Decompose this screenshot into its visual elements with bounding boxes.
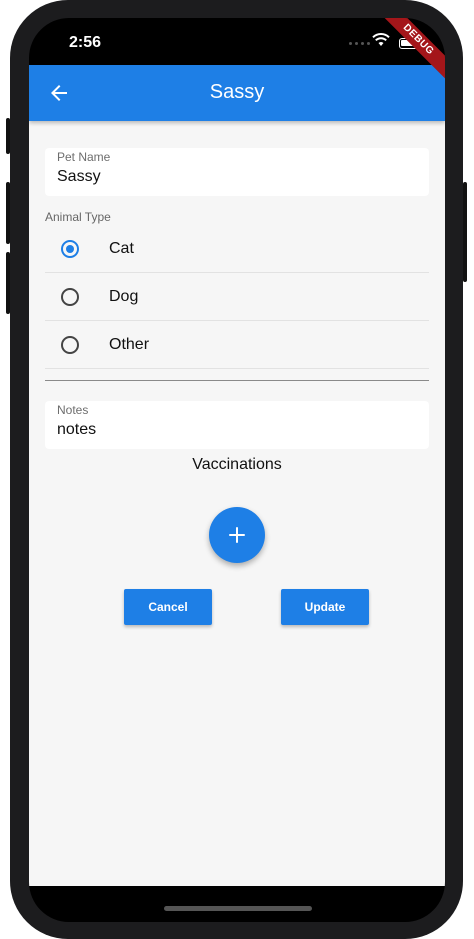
- radio-unselected-icon[interactable]: [61, 288, 79, 306]
- radio-option-other[interactable]: Other: [45, 321, 429, 369]
- notes-value: notes: [57, 421, 97, 438]
- volume-down-button: [6, 252, 10, 314]
- pet-name-field[interactable]: Pet Name Sassy: [45, 148, 429, 196]
- radio-option-cat[interactable]: Cat: [45, 225, 429, 273]
- power-button: [463, 182, 467, 282]
- signal-dots-icon: [349, 42, 370, 45]
- volume-up-button: [6, 182, 10, 244]
- radio-option-dog[interactable]: Dog: [45, 273, 429, 321]
- notes-field[interactable]: Notes notes: [45, 401, 429, 449]
- form-body: Pet Name Sassy Animal Type Cat Dog Other…: [29, 121, 445, 886]
- update-button[interactable]: Update: [281, 589, 369, 625]
- radio-label: Cat: [109, 240, 134, 257]
- radio-label: Dog: [109, 288, 139, 305]
- wifi-icon: [372, 33, 390, 46]
- radio-unselected-icon[interactable]: [61, 336, 79, 354]
- divider: [45, 380, 429, 381]
- mute-switch: [6, 118, 10, 154]
- home-indicator[interactable]: [164, 906, 312, 911]
- radio-label: Other: [109, 336, 150, 353]
- screen: 2:56 DEBUG Sassy Pet Name Sassy Animal T…: [29, 18, 445, 922]
- app-bar: Sassy: [29, 65, 445, 121]
- cancel-button[interactable]: Cancel: [124, 589, 212, 625]
- notch: [133, 18, 341, 49]
- status-time: 2:56: [69, 34, 102, 51]
- radio-selected-icon[interactable]: [61, 240, 79, 258]
- pet-name-value: Sassy: [57, 168, 101, 185]
- page-title: Sassy: [209, 81, 265, 103]
- plus-icon: [229, 527, 245, 543]
- notes-label: Notes: [57, 403, 89, 417]
- add-vaccination-button[interactable]: [209, 507, 265, 563]
- animal-type-label: Animal Type: [45, 210, 111, 224]
- pet-name-label: Pet Name: [57, 150, 111, 164]
- vaccinations-title: Vaccinations: [192, 456, 282, 473]
- phone-frame: 2:56 DEBUG Sassy Pet Name Sassy Animal T…: [6, 0, 467, 939]
